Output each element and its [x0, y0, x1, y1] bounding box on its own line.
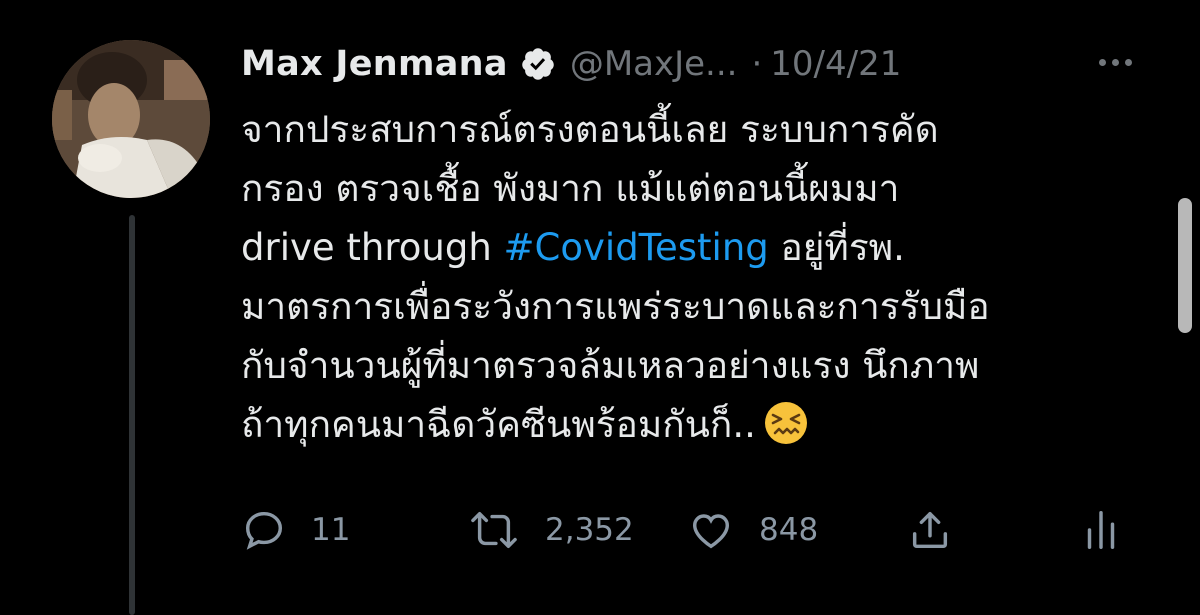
retweet-button[interactable]: 2,352: [467, 500, 634, 560]
tweet-text-segment: อยู่ที่รพ.: [768, 226, 905, 269]
thread-connector-line: [129, 215, 135, 615]
share-icon: [912, 511, 948, 549]
retweet-count: 2,352: [545, 512, 634, 548]
author-name[interactable]: Max Jenmana: [241, 44, 508, 84]
tweet-text-segment: ถ้าทุกคนมาฉีดวัคซีนพร้อมกันก็..: [241, 403, 756, 446]
reply-icon: [245, 511, 283, 550]
heart-icon: [692, 514, 730, 549]
avatar-photo: [52, 40, 210, 198]
tweet-text-line: กรอง ตรวจเชื้อ พังมาก แม้แต่ตอนนี้ผมมา: [241, 167, 900, 210]
like-button[interactable]: 848: [687, 500, 818, 560]
hashtag-link[interactable]: #CovidTesting: [504, 226, 769, 269]
more-options-icon[interactable]: [1095, 42, 1135, 82]
analytics-icon: [1087, 511, 1115, 549]
tweet-text-line: ถ้าทุกคนมาฉีดวัคซีนพร้อมกันก็..: [241, 395, 1161, 454]
tweet-text-line: จากประสบการณ์ตรงตอนนี้เลย ระบบการคัด: [241, 108, 939, 151]
avatar[interactable]: [52, 40, 210, 198]
share-button[interactable]: [907, 500, 953, 560]
tweet-text-line: มาตรการเพื่อระวังการแพร่ระบาดและการรับมื…: [241, 285, 990, 328]
tweet-text-segment: drive through: [241, 226, 504, 269]
confounded-face-icon: [764, 401, 808, 445]
retweet-icon: [471, 511, 517, 549]
verified-badge-icon: [520, 46, 556, 82]
tweet-date[interactable]: 10/4/21: [770, 44, 901, 84]
tweet-text: จากประสบการณ์ตรงตอนนี้เลย ระบบการคัด กรอ…: [241, 100, 1161, 454]
like-count: 848: [759, 512, 819, 548]
separator-dot: ·: [751, 44, 763, 84]
reply-count: 11: [311, 512, 351, 548]
tweet-header: Max Jenmana @MaxJe... · 10/4/21: [241, 34, 901, 94]
tweet-actions: 11 2,352 848: [241, 500, 1131, 560]
tweet-text-line: กับจำนวนผู้ที่มาตรวจล้มเหลวอย่างแรง นึกภ…: [241, 344, 980, 387]
reply-button[interactable]: 11: [241, 500, 350, 560]
scrollbar-thumb[interactable]: [1178, 198, 1192, 333]
author-handle[interactable]: @MaxJe...: [570, 44, 738, 84]
tweet-text-line: drive through #CovidTesting อยู่ที่รพ.: [241, 218, 1161, 277]
analytics-button[interactable]: [1081, 500, 1121, 560]
